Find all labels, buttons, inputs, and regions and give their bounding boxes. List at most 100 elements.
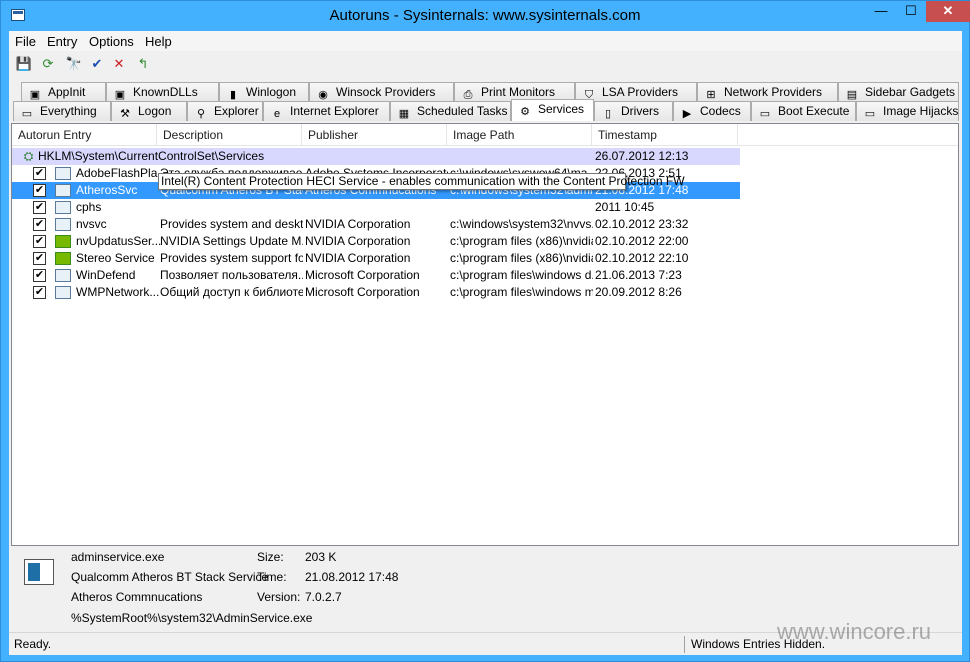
- column-timestamp[interactable]: Timestamp: [592, 124, 738, 146]
- maximize-button[interactable]: ☐: [897, 1, 925, 22]
- column-autorun-entry[interactable]: Autorun Entry: [12, 124, 157, 146]
- cell-path: c:\windows\system32\nvvs...: [450, 217, 593, 231]
- tab-network-providers[interactable]: ⊞ Network Providers: [697, 82, 838, 102]
- tab-label: Image Hijacks: [883, 104, 959, 118]
- tab-winlogon[interactable]: ▮ Winlogon: [219, 82, 309, 102]
- enable-checkbox[interactable]: ✔: [33, 218, 46, 231]
- logon-icon: ⚒: [120, 108, 130, 120]
- tab-label: AppInit: [48, 85, 86, 99]
- tab-everything[interactable]: ▭ Everything: [13, 101, 111, 121]
- table-row[interactable]: ✔ nvUpdatusSer... NVIDIA Settings Update M…: [12, 233, 740, 250]
- tab-winsock-providers[interactable]: ◉ Winsock Providers: [309, 82, 454, 102]
- tab-label: Scheduled Tasks: [417, 104, 508, 118]
- tab-label: Network Providers: [724, 85, 823, 99]
- menu-help[interactable]: Help: [145, 34, 172, 49]
- boot-icon: ▭: [759, 108, 771, 120]
- column-description[interactable]: Description: [157, 124, 302, 146]
- tab-row-1: ▣ AppInit ▣ KnownDLLs ▮ Winlogon ◉ Winsock Prov…: [13, 82, 959, 102]
- service-icon: [55, 184, 71, 197]
- enable-checkbox[interactable]: ✔: [33, 184, 46, 197]
- tab-codecs[interactable]: ▶ Codecs: [673, 101, 751, 121]
- table-row[interactable]: ✔ cphs 2011 10:45: [12, 199, 740, 216]
- enable-checkbox[interactable]: ✔: [33, 252, 46, 265]
- tab-sidebar-gadgets[interactable]: ▤ Sidebar Gadgets: [838, 82, 959, 102]
- verify-icon[interactable]: ✔: [88, 55, 106, 73]
- menu-options[interactable]: Options: [89, 34, 134, 49]
- nvidia-icon: [55, 252, 71, 265]
- delete-icon[interactable]: ✕: [110, 55, 128, 73]
- tab-drivers[interactable]: ▯ Drivers: [594, 101, 673, 121]
- service-icon: [55, 218, 71, 231]
- nvidia-icon: [55, 235, 71, 248]
- cell-time: 02.10.2012 22:10: [595, 251, 689, 265]
- ie-icon: e: [273, 108, 281, 120]
- tab-label: Codecs: [700, 104, 741, 118]
- find-icon[interactable]: 🔭: [65, 55, 83, 73]
- service-icon: [55, 286, 71, 299]
- cell-time: 21.06.2013 7:23: [595, 268, 682, 282]
- cell-desc: Общий доступ к библиоте...: [160, 285, 303, 299]
- group-row[interactable]: ⛭ HKLM\System\CurrentControlSet\Services…: [12, 148, 740, 165]
- watermark: www.wincore.ru: [777, 619, 932, 644]
- minimize-button[interactable]: —: [867, 1, 895, 22]
- tab-explorer[interactable]: ⚲ Explorer: [187, 101, 263, 121]
- detail-size: 203 K: [305, 550, 337, 564]
- cell-pub: NVIDIA Corporation: [305, 251, 411, 265]
- cell-path: c:\program files\windows m...: [450, 285, 593, 299]
- autoruns-list[interactable]: Autorun Entry Description Publisher Imag…: [11, 123, 959, 546]
- detail-publisher: Atheros Commnucations: [71, 590, 203, 604]
- app-window: Autoruns - Sysinternals: www.sysinternal…: [0, 0, 970, 662]
- menu-bar: File Entry Options Help: [9, 31, 962, 51]
- tab-knowndlls[interactable]: ▣ KnownDLLs: [106, 82, 219, 102]
- service-icon: [55, 167, 71, 180]
- tab-appinit[interactable]: ▣ AppInit: [21, 82, 106, 102]
- tab-internet-explorer[interactable]: e Internet Explorer: [263, 101, 390, 121]
- service-icon: [55, 269, 71, 282]
- group-key: HKLM\System\CurrentControlSet\Services: [38, 149, 265, 163]
- cell-pub: NVIDIA Corporation: [305, 217, 411, 231]
- detail-description: Qualcomm Atheros BT Stack Service: [71, 570, 269, 584]
- tab-label: KnownDLLs: [133, 85, 198, 99]
- tab-scheduled-tasks[interactable]: ▦ Scheduled Tasks: [390, 101, 511, 121]
- cell-path: [450, 199, 593, 216]
- enable-checkbox[interactable]: ✔: [33, 286, 46, 299]
- tab-services[interactable]: ⚙ Services: [511, 99, 594, 121]
- close-button[interactable]: ✕: [926, 1, 970, 22]
- table-row[interactable]: ✔ Stereo Service Provides system support f…: [12, 250, 740, 267]
- cell-desc: NVIDIA Settings Update M...: [160, 234, 303, 248]
- tab-image-hijacks[interactable]: ▭ Image Hijacks: [856, 101, 959, 121]
- save-icon[interactable]: 💾: [15, 55, 33, 73]
- table-row[interactable]: ✔ WMPNetwork... Общий доступ к библиоте...…: [12, 284, 740, 301]
- enable-checkbox[interactable]: ✔: [33, 201, 46, 214]
- cell-pub: NVIDIA Corporation: [305, 234, 411, 248]
- title-bar[interactable]: Autoruns - Sysinternals: www.sysinternal…: [1, 1, 970, 31]
- tab-label: LSA Providers: [602, 85, 679, 99]
- column-publisher[interactable]: Publisher: [302, 124, 447, 146]
- table-row[interactable]: ✔nvsvcProvides system and deskto...NVIDI…: [12, 216, 740, 233]
- tab-boot-execute[interactable]: ▭ Boot Execute: [751, 101, 856, 121]
- tab-logon[interactable]: ⚒ Logon: [111, 101, 187, 121]
- cell-desc: [160, 199, 303, 216]
- tab-label: Internet Explorer: [290, 104, 379, 118]
- enable-checkbox[interactable]: ✔: [33, 269, 46, 282]
- cell-time: 02.10.2012 23:32: [595, 217, 689, 231]
- enable-checkbox[interactable]: ✔: [33, 235, 46, 248]
- tab-label: Services: [538, 102, 585, 116]
- everything-icon: ▭: [21, 108, 33, 120]
- enable-checkbox[interactable]: ✔: [33, 167, 46, 180]
- table-row[interactable]: ✔ WinDefend Позволяет пользователя... Micro…: [12, 267, 740, 284]
- codecs-icon: ▶: [682, 108, 692, 120]
- tab-label: Drivers: [621, 104, 659, 118]
- cell-path: c:\program files\windows d...: [450, 268, 593, 282]
- jump-icon[interactable]: ↰: [134, 55, 152, 73]
- menu-file[interactable]: File: [15, 34, 36, 49]
- tab-label: Winsock Providers: [336, 85, 436, 99]
- drivers-icon: ▯: [604, 108, 612, 120]
- gears-icon: ⚙: [520, 106, 530, 118]
- refresh-icon[interactable]: ⟳: [39, 55, 57, 73]
- menu-entry[interactable]: Entry: [47, 34, 77, 49]
- column-header: Autorun Entry Description Publisher Imag…: [12, 124, 958, 146]
- detail-version-label: Version:: [257, 590, 301, 604]
- registry-key-icon: ⛭: [23, 149, 34, 163]
- column-image-path[interactable]: Image Path: [447, 124, 592, 146]
